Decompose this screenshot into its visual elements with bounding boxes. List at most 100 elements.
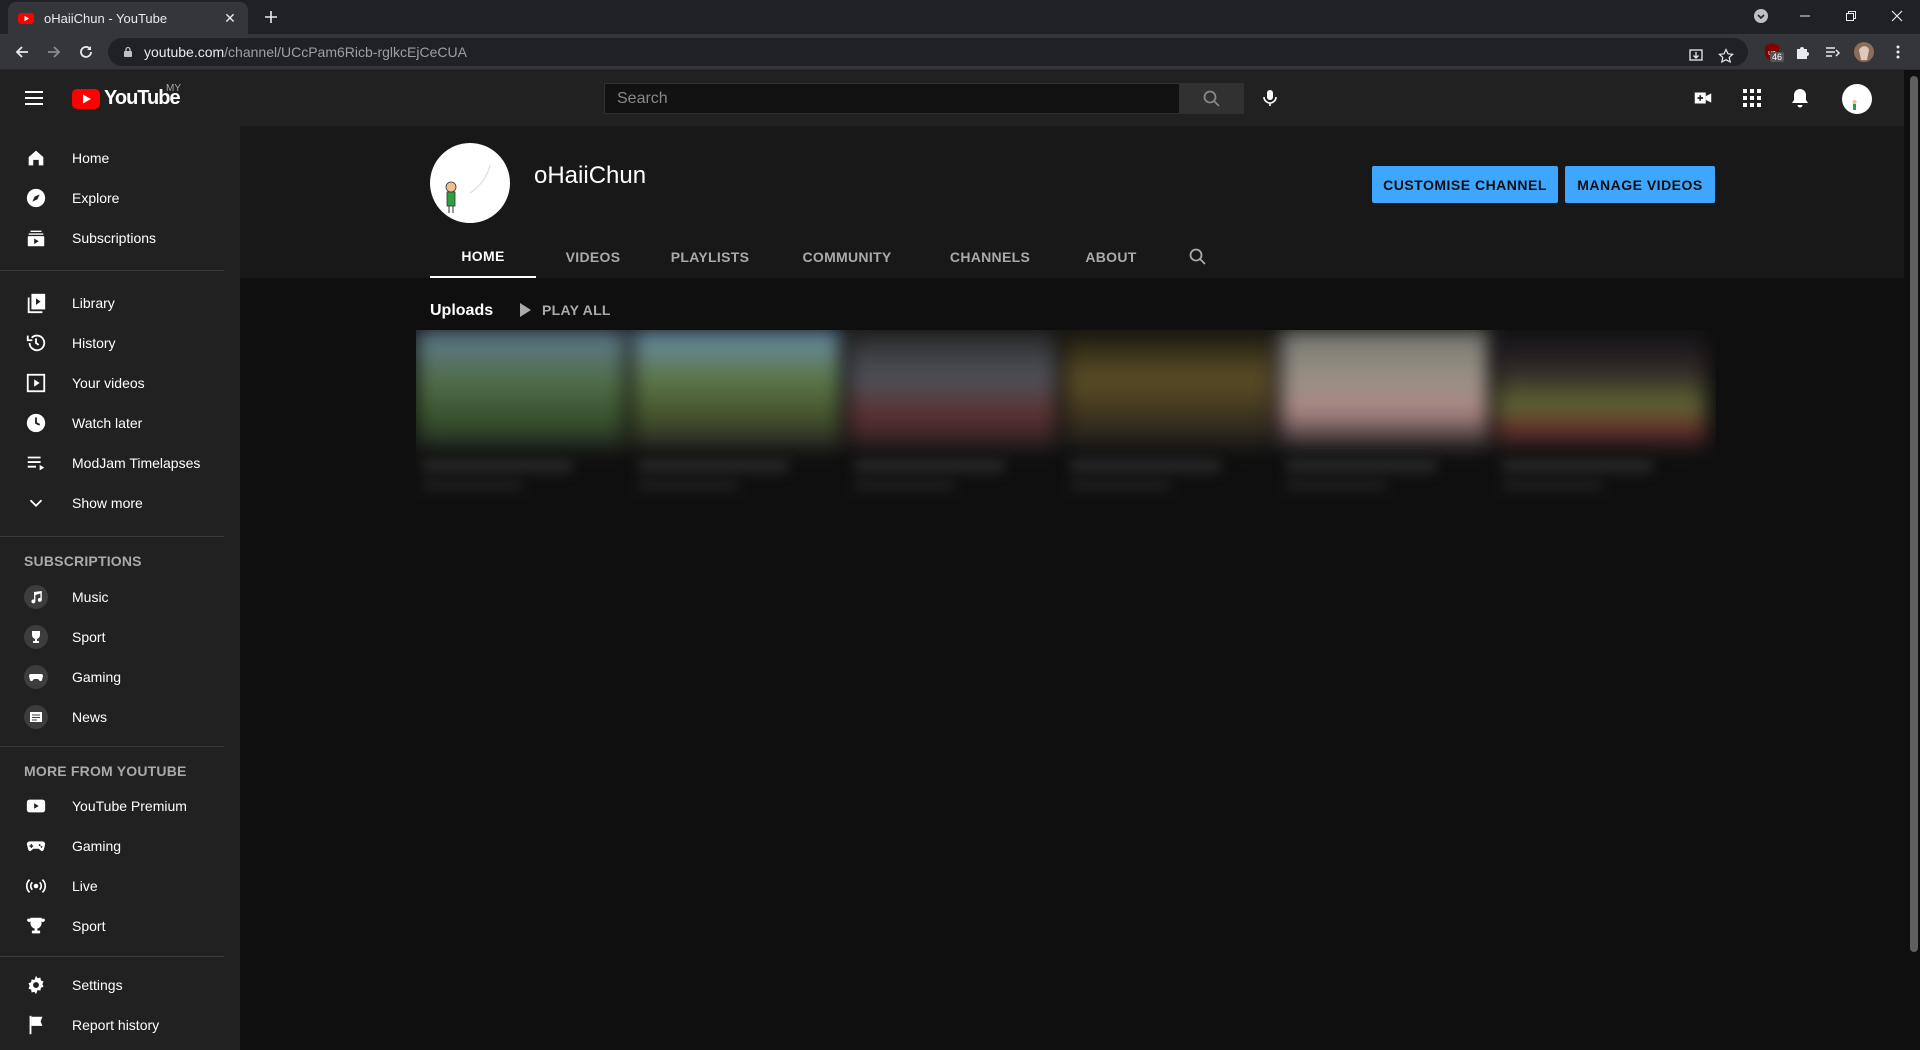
sidebar-item-sport-2[interactable]: Sport xyxy=(0,906,240,946)
manage-videos-button[interactable]: MANAGE VIDEOS xyxy=(1565,166,1715,203)
sidebar-item-library[interactable]: Library xyxy=(0,283,240,323)
sidebar-divider xyxy=(0,956,224,957)
sidebar-item-explore[interactable]: Explore xyxy=(0,178,240,218)
gear-icon xyxy=(24,973,48,997)
video-thumbnail-card[interactable] xyxy=(1280,330,1490,526)
sidebar-item-youtube-premium[interactable]: YouTube Premium xyxy=(0,786,240,826)
sidebar-item-music[interactable]: Music xyxy=(0,577,240,617)
video-thumbnail-card[interactable] xyxy=(1064,330,1274,526)
sidebar-item-sport[interactable]: Sport xyxy=(0,617,240,657)
url-host: youtube.com xyxy=(144,44,225,60)
sidebar-divider xyxy=(0,746,224,747)
chrome-menu-icon[interactable] xyxy=(1886,40,1910,64)
sidebar-item-modjam-timelapses[interactable]: ModJam Timelapses xyxy=(0,443,240,483)
sidebar-item-gaming-2[interactable]: Gaming xyxy=(0,826,240,866)
minimize-icon[interactable] xyxy=(1782,0,1828,32)
lock-icon xyxy=(122,46,134,58)
extensions-puzzle-icon[interactable] xyxy=(1790,40,1814,64)
sidebar-item-gaming[interactable]: Gaming xyxy=(0,657,240,697)
tab-about[interactable]: ABOUT xyxy=(1068,236,1154,278)
bookmark-star-icon[interactable] xyxy=(1716,46,1736,66)
tab-title: oHaiiChun - YouTube xyxy=(44,10,168,26)
subscriptions-heading: SUBSCRIPTIONS xyxy=(24,553,142,569)
music-channel-avatar xyxy=(24,585,48,609)
trophy-icon xyxy=(24,914,48,938)
sidebar-item-show-more[interactable]: Show more xyxy=(0,483,240,523)
restore-icon[interactable] xyxy=(1828,0,1874,32)
tab-home[interactable]: HOME xyxy=(430,236,536,278)
reading-list-icon[interactable] xyxy=(1820,40,1844,64)
reload-icon[interactable] xyxy=(74,40,98,64)
sidebar-item-watch-later[interactable]: Watch later xyxy=(0,403,240,443)
compass-icon xyxy=(24,186,48,210)
voice-search-button[interactable] xyxy=(1256,84,1284,112)
video-meta-blurred xyxy=(1286,480,1386,490)
sidebar-item-news[interactable]: News xyxy=(0,697,240,737)
sidebar-item-subscriptions[interactable]: Subscriptions xyxy=(0,218,240,258)
profile-avatar-icon[interactable] xyxy=(1852,40,1876,64)
channel-search-button[interactable] xyxy=(1172,236,1224,278)
sidebar-item-report-history[interactable]: Report history xyxy=(0,1005,240,1045)
address-bar[interactable]: youtube.com/channel/UCcPam6Ricb-rglkcEjC… xyxy=(108,38,1748,66)
tab-videos[interactable]: VIDEOS xyxy=(548,236,638,278)
bell-icon xyxy=(1792,89,1808,108)
video-title-blurred xyxy=(854,460,1004,472)
sidebar-item-label: Gaming xyxy=(72,838,122,854)
library-icon xyxy=(24,291,48,315)
tab-search-icon[interactable] xyxy=(1738,0,1784,32)
sidebar-item-live[interactable]: Live xyxy=(0,866,240,906)
sidebar-item-your-videos[interactable]: Your videos xyxy=(0,363,240,403)
search-box[interactable] xyxy=(604,83,1180,114)
video-title-blurred xyxy=(1502,460,1652,472)
ublock-extension-icon[interactable]: uo 46 xyxy=(1760,40,1785,64)
apps-button[interactable] xyxy=(1740,86,1764,110)
playlist-icon xyxy=(24,451,48,475)
forward-icon[interactable] xyxy=(42,40,66,64)
hamburger-menu-icon[interactable] xyxy=(22,86,46,110)
uploads-shelf-title[interactable]: Uploads xyxy=(430,302,493,320)
tab-community[interactable]: COMMUNITY xyxy=(784,236,910,278)
video-thumbnail-card[interactable] xyxy=(848,330,1058,526)
video-thumbnail-card[interactable] xyxy=(1496,330,1706,526)
flag-icon xyxy=(24,1013,48,1037)
sidebar-item-home[interactable]: Home xyxy=(0,138,240,178)
sidebar-item-label: Show more xyxy=(72,495,143,511)
create-video-button[interactable] xyxy=(1691,86,1715,110)
sidebar-item-history[interactable]: History xyxy=(0,323,240,363)
sidebar-item-settings[interactable]: Settings xyxy=(0,965,240,1005)
sidebar-divider xyxy=(0,270,224,271)
youtube-play-logo-icon xyxy=(72,88,100,109)
sidebar-item-label: Explore xyxy=(72,190,120,206)
notifications-button[interactable] xyxy=(1788,86,1812,110)
tab-playlists[interactable]: PLAYLISTS xyxy=(658,236,762,278)
extension-badge: 46 xyxy=(1770,52,1785,62)
search-input[interactable] xyxy=(617,89,1179,108)
video-meta-blurred xyxy=(854,480,954,490)
close-tab-icon[interactable]: ✕ xyxy=(222,10,238,26)
video-thumbnail-card[interactable] xyxy=(416,330,626,526)
youtube-logo[interactable]: YouTube MY xyxy=(72,83,181,110)
page-scrollbar-thumb[interactable] xyxy=(1910,76,1918,952)
play-all-button[interactable]: PLAY ALL xyxy=(518,302,611,318)
search-button[interactable] xyxy=(1180,83,1244,114)
video-title-blurred xyxy=(638,460,788,472)
channel-content: Uploads PLAY ALL xyxy=(240,278,1904,1050)
video-thumbnail-card[interactable] xyxy=(632,330,842,526)
channel-avatar[interactable] xyxy=(430,143,510,223)
new-tab-button[interactable] xyxy=(260,6,282,28)
create-video-icon xyxy=(1694,92,1712,104)
video-title-blurred xyxy=(422,460,572,472)
back-icon[interactable] xyxy=(10,40,34,64)
guide-sidebar: Home Explore Subscriptions Library Histo… xyxy=(0,126,240,1050)
tab-channels[interactable]: CHANNELS xyxy=(934,236,1046,278)
video-title-blurred xyxy=(1286,460,1436,472)
customise-channel-button[interactable]: CUSTOMISE CHANNEL xyxy=(1372,166,1558,203)
account-avatar[interactable] xyxy=(1842,84,1872,114)
install-app-icon[interactable] xyxy=(1686,46,1706,66)
sidebar-item-label: Library xyxy=(72,295,115,311)
sidebar-divider xyxy=(0,536,224,537)
browser-tab[interactable]: oHaiiChun - YouTube ✕ xyxy=(8,2,248,34)
sidebar-item-label: Live xyxy=(72,878,98,894)
sidebar-item-label: Music xyxy=(72,589,109,605)
close-window-icon[interactable] xyxy=(1874,0,1920,32)
